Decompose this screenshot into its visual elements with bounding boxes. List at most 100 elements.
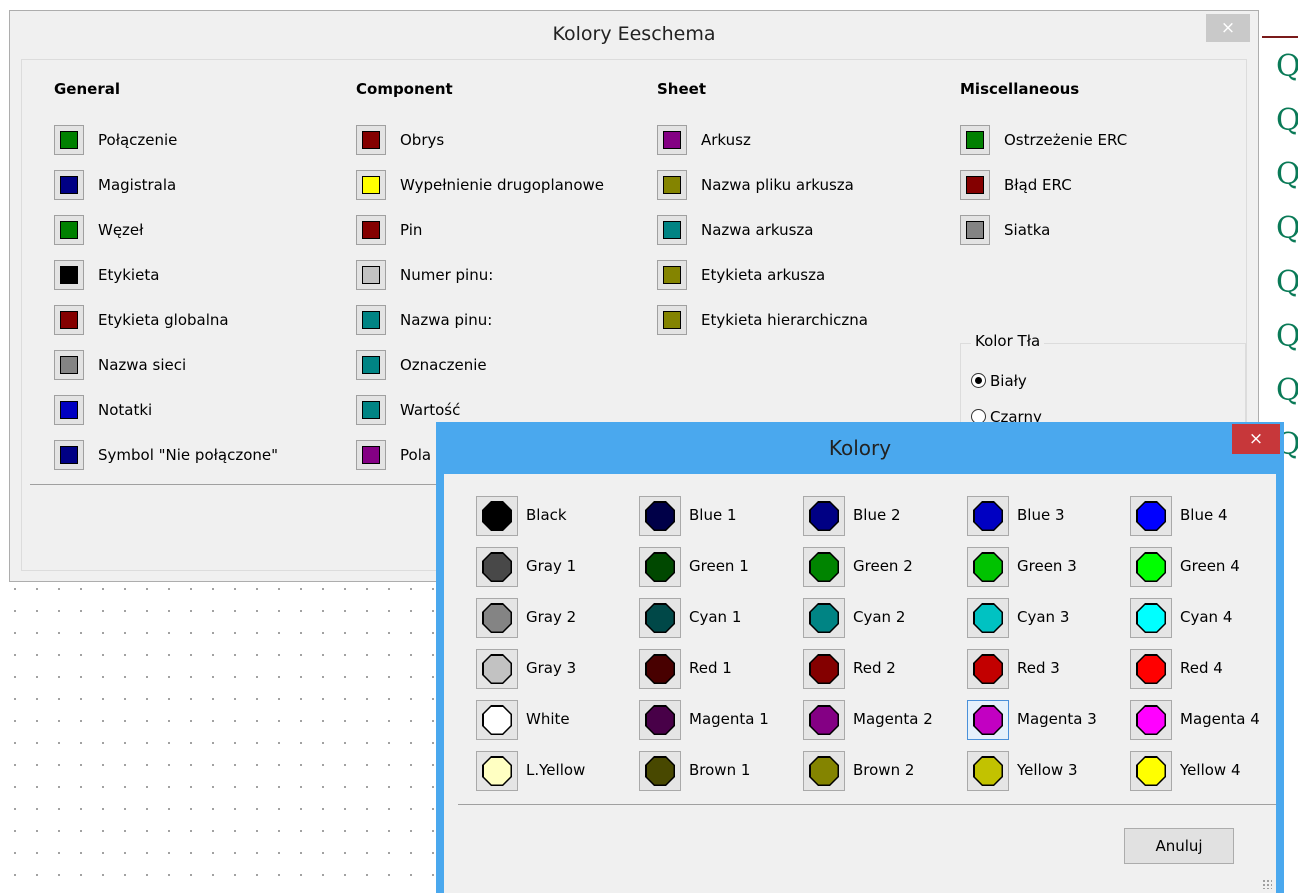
color-option-label: Magenta 1 (689, 710, 769, 728)
color-option-button[interactable] (476, 598, 518, 638)
color-swatch-button[interactable] (356, 350, 386, 380)
color-item-label: Nazwa pinu: (400, 311, 493, 329)
color-option-label: Cyan 3 (1017, 608, 1070, 626)
color-swatch-button[interactable] (54, 125, 84, 155)
color-option-button[interactable] (1130, 700, 1172, 740)
column-heading: Sheet (657, 80, 706, 98)
color-swatch-button[interactable] (657, 215, 687, 245)
color-swatch-fill (60, 131, 78, 149)
color-swatch-fill (966, 176, 984, 194)
octagon-swatch-icon (482, 654, 512, 684)
resize-grip[interactable] (1262, 879, 1272, 889)
schematic-symbol: Q (1276, 157, 1298, 192)
color-option-button[interactable] (967, 700, 1009, 740)
color-option-label: L.Yellow (526, 761, 586, 779)
color-option-label: Gray 2 (526, 608, 577, 626)
octagon-swatch-icon (809, 756, 839, 786)
column-heading: Miscellaneous (960, 80, 1080, 98)
color-swatch-button[interactable] (54, 305, 84, 335)
color-option-button[interactable] (803, 649, 845, 689)
color-swatch-button[interactable] (54, 215, 84, 245)
octagon-swatch-icon (1136, 756, 1166, 786)
color-swatch-fill (60, 356, 78, 374)
color-option-button[interactable] (476, 649, 518, 689)
color-option-label: Gray 1 (526, 557, 577, 575)
color-option-button[interactable] (967, 496, 1009, 536)
color-swatch-fill (362, 356, 380, 374)
octagon-swatch-icon (1136, 654, 1166, 684)
color-option-button[interactable] (639, 700, 681, 740)
color-option-button[interactable] (967, 649, 1009, 689)
color-option-button[interactable] (1130, 547, 1172, 587)
color-option-button[interactable] (1130, 751, 1172, 791)
color-option-label: Brown 1 (689, 761, 751, 779)
octagon-swatch-icon (482, 603, 512, 633)
color-option-button[interactable] (639, 649, 681, 689)
color-option-button[interactable] (1130, 496, 1172, 536)
color-swatch-button[interactable] (960, 215, 990, 245)
color-option-label: Red 4 (1180, 659, 1223, 677)
cancel-button[interactable]: Anuluj (1124, 828, 1234, 864)
color-grid: Black Blue 1 Blue 2 Blue 3 Blue 4 Gray 1 Green… (458, 474, 1274, 791)
octagon-swatch-icon (1136, 552, 1166, 582)
color-swatch-button[interactable] (54, 350, 84, 380)
radio-white[interactable]: Biały (971, 372, 1027, 390)
color-swatch-button[interactable] (657, 260, 687, 290)
color-swatch-button[interactable] (657, 305, 687, 335)
color-swatch-button[interactable] (356, 125, 386, 155)
color-swatch-button[interactable] (356, 260, 386, 290)
color-swatch-button[interactable] (356, 305, 386, 335)
color-swatch-button[interactable] (54, 440, 84, 470)
color-swatch-button[interactable] (657, 125, 687, 155)
color-option-button[interactable] (476, 547, 518, 587)
color-option-button[interactable] (803, 496, 845, 536)
color-option-button[interactable] (476, 496, 518, 536)
color-swatch-button[interactable] (356, 395, 386, 425)
color-option-button[interactable] (639, 751, 681, 791)
color-item-label: Etykieta globalna (98, 311, 229, 329)
color-item-label: Siatka (1004, 221, 1051, 239)
color-swatch-button[interactable] (356, 215, 386, 245)
color-option-button[interactable] (476, 751, 518, 791)
color-option-button[interactable] (1130, 598, 1172, 638)
color-swatch-fill (362, 266, 380, 284)
color-item-label: Węzeł (98, 221, 144, 239)
color-swatch-fill (60, 221, 78, 239)
color-option-label: Blue 4 (1180, 506, 1228, 524)
octagon-swatch-icon (809, 552, 839, 582)
radio-white-indicator[interactable] (971, 373, 986, 388)
color-option-button[interactable] (803, 751, 845, 791)
color-option-button[interactable] (803, 700, 845, 740)
color-item-label: Nazwa sieci (98, 356, 187, 374)
close-button[interactable]: × (1206, 14, 1250, 42)
color-swatch-button[interactable] (356, 440, 386, 470)
column-heading: General (54, 80, 120, 98)
color-option-button[interactable] (1130, 649, 1172, 689)
color-option-button[interactable] (967, 547, 1009, 587)
octagon-swatch-icon (1136, 501, 1166, 531)
color-option-button[interactable] (639, 598, 681, 638)
color-option-button[interactable] (803, 547, 845, 587)
color-swatch-button[interactable] (960, 170, 990, 200)
color-option-button[interactable] (967, 751, 1009, 791)
color-option-button[interactable] (639, 547, 681, 587)
color-option-label: Cyan 1 (689, 608, 742, 626)
color-option-button[interactable] (967, 598, 1009, 638)
color-swatch-button[interactable] (54, 395, 84, 425)
octagon-swatch-icon (809, 603, 839, 633)
dialog-title: Kolory Eeschema (552, 23, 716, 45)
color-item-label: Nazwa arkusza (701, 221, 814, 239)
color-swatch-button[interactable] (54, 260, 84, 290)
color-swatch-button[interactable] (356, 170, 386, 200)
color-option-button[interactable] (803, 598, 845, 638)
color-swatch-button[interactable] (54, 170, 84, 200)
schematic-symbol: Q (1276, 319, 1298, 354)
background-color-legend: Kolor Tła (971, 332, 1045, 350)
color-option-label: Green 4 (1180, 557, 1240, 575)
schematic-symbol: Q (1276, 211, 1298, 246)
color-option-button[interactable] (639, 496, 681, 536)
picker-close-button[interactable]: × (1232, 424, 1280, 454)
color-swatch-button[interactable] (657, 170, 687, 200)
color-swatch-button[interactable] (960, 125, 990, 155)
color-option-button[interactable] (476, 700, 518, 740)
